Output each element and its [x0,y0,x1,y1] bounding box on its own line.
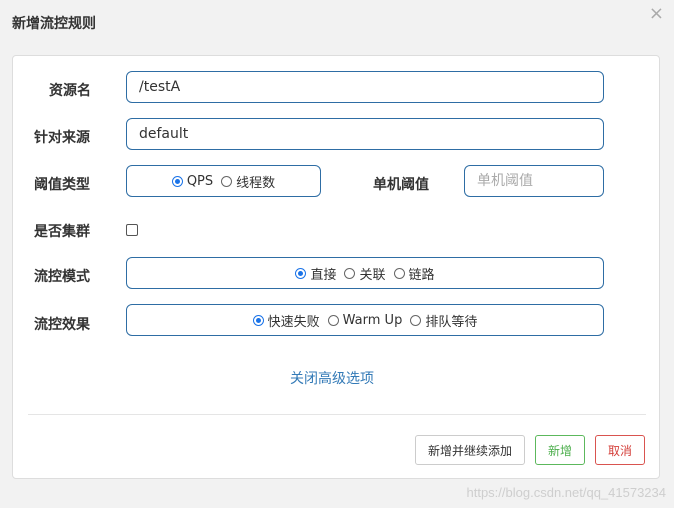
threshold-input[interactable]: 单机阈值 [464,165,604,197]
strategy-option-label: 关联 [359,267,386,283]
behavior-option-label: 排队等待 [425,314,478,330]
behavior-option-warm-up[interactable]: Warm Up [327,312,403,328]
radio-unchecked-icon[interactable] [410,314,422,326]
close-icon[interactable]: × [649,4,664,24]
resource-label: 资源名 [49,83,91,99]
grade-radio-group: QPS 线程数 [126,165,321,197]
radio-checked-icon[interactable] [171,175,183,187]
watermark: https://blog.csdn.net/qq_41573234 [466,485,667,500]
behavior-option-label: 快速失败 [267,314,320,330]
strategy-option-direct[interactable]: 直接 [295,264,336,283]
form-panel: 资源名 /testA 针对来源 default 阈值类型 QPS 线程数 单机阈… [12,55,660,479]
cluster-label: 是否集群 [34,224,90,240]
strategy-option-label: 直接 [310,267,337,283]
grade-option-label: 线程数 [236,175,276,191]
radio-unchecked-icon[interactable] [327,314,339,326]
control-behavior-radio-group: 快速失败 Warm Up 排队等待 [126,304,604,336]
limit-app-label: 针对来源 [34,130,90,146]
grade-label: 阈值类型 [34,177,90,193]
cancel-button[interactable]: 取消 [595,435,645,465]
grade-option-qps[interactable]: QPS [171,173,214,189]
resource-input[interactable]: /testA [126,71,604,103]
add-flow-rule-dialog: 新增流控规则 × 资源名 /testA 针对来源 default 阈值类型 QP… [0,0,674,508]
cluster-checkbox[interactable] [126,224,138,236]
radio-unchecked-icon[interactable] [393,267,405,279]
strategy-option-relate[interactable]: 关联 [344,264,386,283]
limit-app-input[interactable]: default [126,118,604,150]
control-behavior-label: 流控效果 [34,317,90,333]
toggle-advanced-link[interactable]: 关闭高级选项 [290,368,374,388]
dialog-title: 新增流控规则 [12,16,96,32]
strategy-option-label: 链路 [408,267,435,283]
add-button[interactable]: 新增 [535,435,585,465]
behavior-option-queue[interactable]: 排队等待 [410,311,477,330]
grade-option-label: QPS [186,173,214,189]
radio-unchecked-icon[interactable] [344,267,356,279]
divider [28,414,646,415]
strategy-option-chain[interactable]: 链路 [393,264,435,283]
behavior-option-label: Warm Up [342,312,403,328]
add-and-continue-button[interactable]: 新增并继续添加 [415,435,525,465]
radio-checked-icon[interactable] [295,267,307,279]
grade-option-thread[interactable]: 线程数 [221,172,275,191]
radio-unchecked-icon[interactable] [221,175,233,187]
threshold-label: 单机阈值 [373,177,429,193]
strategy-label: 流控模式 [34,269,90,285]
behavior-option-fast-fail[interactable]: 快速失败 [252,311,320,330]
strategy-radio-group: 直接 关联 链路 [126,257,604,289]
radio-checked-icon[interactable] [252,314,264,326]
